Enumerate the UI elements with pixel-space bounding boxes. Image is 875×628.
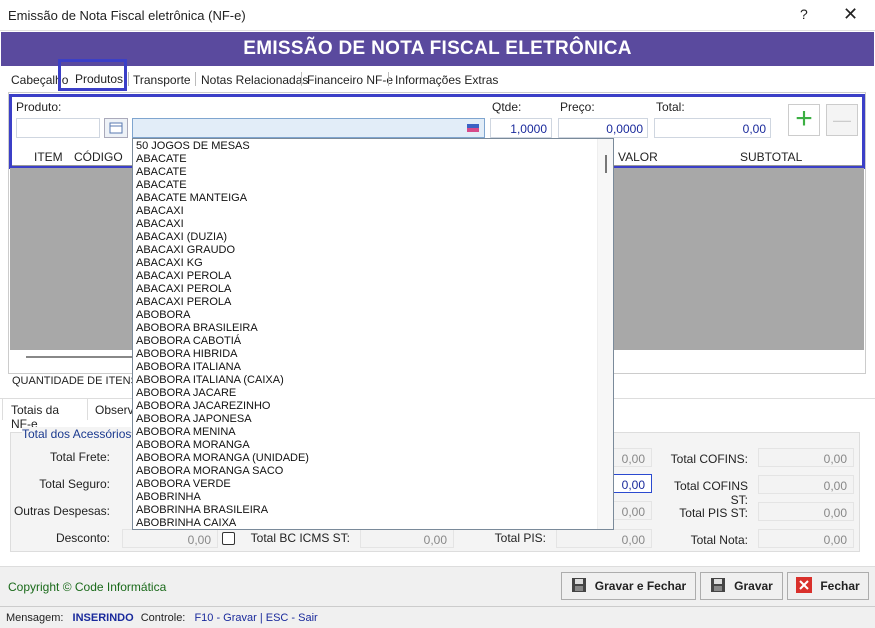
- dropdown-item[interactable]: ABOBORA MENINA: [136, 426, 236, 438]
- dropdown-item[interactable]: ABOBORA VERDE: [136, 478, 231, 490]
- dropdown-item[interactable]: ABOBORA MORANGA SACO: [136, 465, 283, 477]
- fechar-button[interactable]: Fechar: [787, 572, 869, 600]
- desconto-checkbox[interactable]: [222, 532, 235, 545]
- quantidade-itens-label: QUANTIDADE DE ITENS:: [12, 375, 141, 387]
- window-title: Emissão de Nota Fiscal eletrônica (NF-e): [8, 8, 246, 23]
- tab-totais[interactable]: Totais da NF-e: [2, 398, 88, 431]
- cofins-value: 0,00: [758, 448, 854, 467]
- dropdown-item[interactable]: ABACAXI KG: [136, 257, 203, 269]
- seguro-label: Total Seguro:: [39, 477, 110, 491]
- bc-icms-st-value: 0,00: [360, 529, 454, 548]
- dropdown-item[interactable]: ABOBRINHA: [136, 491, 201, 503]
- dropdown-item[interactable]: ABACAXI GRAUDO: [136, 244, 235, 256]
- dropdown-item[interactable]: ABOBORA JACAREZINHO: [136, 400, 270, 412]
- gravar-button[interactable]: Gravar: [700, 572, 783, 600]
- preco-input[interactable]: 0,0000: [558, 118, 648, 138]
- dropdown-item[interactable]: ABACAXI PEROLA: [136, 270, 231, 282]
- dropdown-item[interactable]: ABOBORA CABOTIÁ: [136, 335, 241, 347]
- col-codigo[interactable]: CÓDIGO: [74, 150, 123, 164]
- tab-financeiro[interactable]: Financeiro NF-e: [307, 73, 393, 87]
- gravar-fechar-button[interactable]: Gravar e Fechar: [561, 572, 696, 600]
- dropdown-item[interactable]: ABOBORA MORANGA (UNIDADE): [136, 452, 309, 464]
- produto-combobox[interactable]: [132, 118, 485, 138]
- close-window-button[interactable]: ✕: [843, 4, 858, 25]
- produto-label: Produto:: [16, 100, 62, 114]
- add-item-button[interactable]: +: [788, 104, 820, 136]
- col-valor[interactable]: VALOR: [618, 150, 658, 164]
- qtde-input[interactable]: 1,0000: [490, 118, 552, 138]
- help-button[interactable]: ?: [800, 6, 808, 22]
- status-bar: Mensagem: INSERINDO Controle: F10 - Grav…: [0, 606, 875, 628]
- dropdown-item[interactable]: ABACATE: [136, 153, 187, 165]
- dropdown-item[interactable]: ABACATE: [136, 179, 187, 191]
- dropdown-icon[interactable]: [464, 121, 482, 135]
- desconto-label: Desconto:: [55, 531, 110, 545]
- save-icon: [571, 577, 587, 596]
- cofins-label: Total COFINS:: [670, 452, 748, 466]
- dropdown-item[interactable]: ABACAXI: [136, 218, 184, 230]
- dropdown-item[interactable]: ABOBORA JACARE: [136, 387, 236, 399]
- pis-st-value: 0,00: [758, 502, 854, 521]
- pis-st-label: Total PIS ST:: [679, 506, 748, 520]
- title-bar: Emissão de Nota Fiscal eletrônica (NF-e)…: [0, 0, 875, 31]
- dropdown-item[interactable]: ABOBRINHA CAIXA: [136, 517, 236, 529]
- bc-icms-st-label: Total BC ICMS ST:: [250, 531, 350, 545]
- col-item[interactable]: ITEM: [34, 150, 63, 164]
- total-label: Total:: [656, 100, 685, 114]
- controle-value: F10 - Gravar | ESC - Sair: [194, 612, 318, 624]
- dropdown-item[interactable]: ABACATE MANTEIGA: [136, 192, 247, 204]
- mensagem-label: Mensagem:: [6, 612, 64, 624]
- col-subtotal[interactable]: SUBTOTAL: [740, 150, 802, 164]
- copyright-text: Copyright © Code Informática: [8, 580, 167, 594]
- tab-transporte[interactable]: Transporte: [133, 73, 191, 87]
- dropdown-item[interactable]: ABOBRINHA BRASILEIRA: [136, 504, 268, 516]
- produto-codigo-input[interactable]: [16, 118, 100, 138]
- tab-highlight: [58, 59, 127, 91]
- dropdown-scrollbar[interactable]: [597, 139, 613, 529]
- dropdown-item[interactable]: ABACAXI (DUZIA): [136, 231, 227, 243]
- close-icon: [796, 576, 813, 596]
- dropdown-item[interactable]: ABOBORA HIBRIDA: [136, 348, 237, 360]
- qtde-label: Qtde:: [492, 100, 522, 114]
- dropdown-item[interactable]: ABOBORA: [136, 309, 190, 321]
- remove-item-button[interactable]: —: [826, 104, 858, 136]
- grid-scrollbar[interactable]: [26, 356, 136, 358]
- dropdown-item[interactable]: ABACATE: [136, 166, 187, 178]
- nota-value: 0,00: [758, 529, 854, 548]
- preco-label: Preço:: [560, 100, 595, 114]
- calendar-icon[interactable]: [104, 118, 128, 138]
- dropdown-item[interactable]: ABOBORA BRASILEIRA: [136, 322, 258, 334]
- mensagem-value: INSERINDO: [72, 612, 134, 624]
- cofins-st-label: Total COFINS ST:: [673, 479, 748, 507]
- dropdown-item[interactable]: ABOBORA ITALIANA: [136, 361, 241, 373]
- dropdown-item[interactable]: ABACAXI: [136, 205, 184, 217]
- dropdown-item[interactable]: ABOBORA MORANGA: [136, 439, 250, 451]
- dropdown-item[interactable]: ABOBORA ITALIANA (CAIXA): [136, 374, 284, 386]
- produto-dropdown-list[interactable]: 50 JOGOS DE MESAS ABACATE ABACATE ABACATE AB…: [132, 138, 614, 530]
- controle-label: Controle:: [140, 612, 186, 624]
- outras-despesas-label: Outras Despesas:: [13, 504, 110, 518]
- desconto-value[interactable]: 0,00: [122, 529, 218, 548]
- acessorios-title: Total dos Acessórios: [22, 427, 132, 441]
- tab-informacoes-extras[interactable]: Informações Extras: [395, 73, 498, 87]
- save-icon: [710, 577, 726, 596]
- dropdown-item[interactable]: ABOBORA JAPONESA: [136, 413, 252, 425]
- pis-label: Total PIS:: [494, 531, 546, 545]
- page-title: EMISSÃO DE NOTA FISCAL ELETRÔNICA: [1, 32, 874, 66]
- dropdown-item[interactable]: ABACAXI PEROLA: [136, 296, 231, 308]
- cofins-st-value: 0,00: [758, 475, 854, 494]
- pis-value: 0,00: [556, 529, 652, 548]
- total-input[interactable]: 0,00: [654, 118, 771, 138]
- nota-label: Total Nota:: [690, 533, 748, 547]
- tab-notas-relacionadas[interactable]: Notas Relacionadas: [201, 73, 308, 87]
- dropdown-item[interactable]: ABACAXI PEROLA: [136, 283, 231, 295]
- dropdown-item[interactable]: 50 JOGOS DE MESAS: [136, 140, 250, 152]
- frete-label: Total Frete:: [49, 450, 110, 464]
